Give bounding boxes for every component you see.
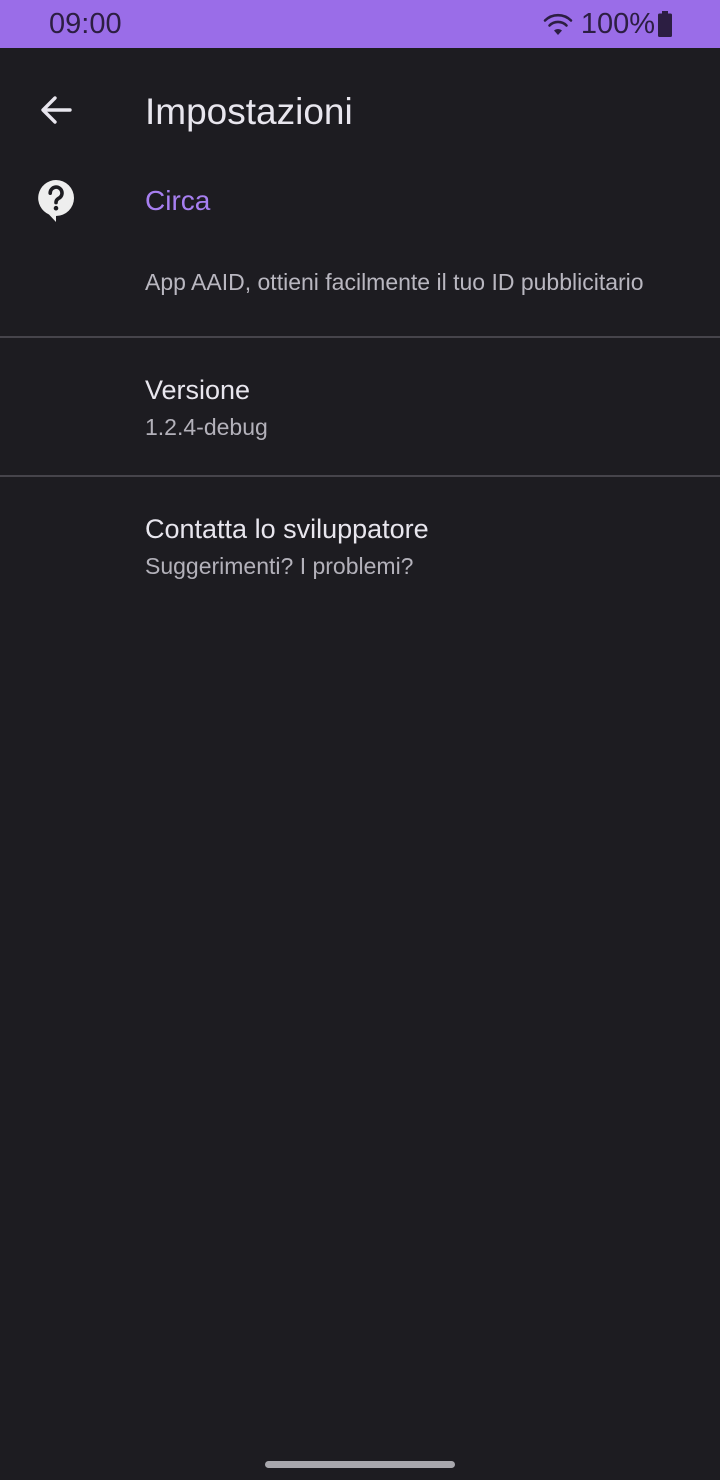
status-bar: 09:00 100% <box>0 0 720 48</box>
battery-percent: 100% <box>580 8 655 40</box>
pref-item-contact-developer[interactable]: Contatta lo sviluppatore Suggerimenti? I… <box>0 477 720 613</box>
status-time: 09:00 <box>49 8 122 40</box>
app-bar: Impostazioni <box>0 48 720 178</box>
page-title: Impostazioni <box>145 91 353 132</box>
help-bubble-icon <box>38 180 74 222</box>
pref-title-version: Versione <box>145 375 251 405</box>
arrow-back-icon <box>41 96 72 124</box>
status-indicators: 100% <box>543 7 672 41</box>
wifi-icon <box>543 13 573 35</box>
about-description: App AAID, ottieni facilmente il tuo ID p… <box>145 269 644 295</box>
back-button[interactable] <box>28 82 84 138</box>
pref-summary-contact: Suggerimenti? I problemi? <box>145 553 414 579</box>
settings-screen: 09:00 100% Impostazioni Circa App AAID, … <box>0 0 720 1480</box>
battery-full-icon <box>658 11 672 37</box>
section-header-about: Circa <box>145 185 211 216</box>
gesture-nav-handle[interactable] <box>265 1461 455 1468</box>
pref-summary-version: 1.2.4-debug <box>145 414 268 440</box>
pref-title-contact: Contatta lo sviluppatore <box>145 514 429 544</box>
pref-item-version[interactable]: Versione 1.2.4-debug <box>0 338 720 474</box>
